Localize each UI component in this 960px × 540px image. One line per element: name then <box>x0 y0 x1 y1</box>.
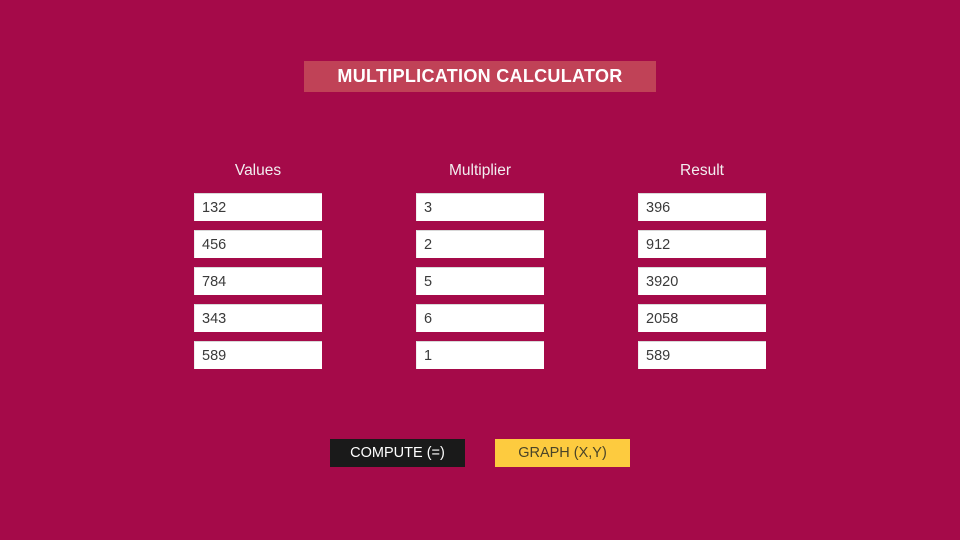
compute-button[interactable]: COMPUTE (=) <box>330 439 465 467</box>
values-input-4[interactable]: 343 <box>194 304 322 332</box>
multiplier-input-2[interactable]: 2 <box>416 230 544 258</box>
result-output-1[interactable]: 396 <box>638 193 766 221</box>
page-title: MULTIPLICATION CALCULATOR <box>337 66 623 86</box>
calculator-app: MULTIPLICATION CALCULATOR Values 132 456… <box>0 0 960 540</box>
multiplier-input-4[interactable]: 6 <box>416 304 544 332</box>
multiplier-input-1[interactable]: 3 <box>416 193 544 221</box>
title-bar: MULTIPLICATION CALCULATOR <box>304 61 656 92</box>
column-header-multiplier: Multiplier <box>448 162 511 179</box>
result-output-3[interactable]: 3920 <box>638 267 766 295</box>
multiplier-input-3[interactable]: 5 <box>416 267 544 295</box>
graph-button[interactable]: GRAPH (X,Y) <box>495 439 630 467</box>
values-input-5[interactable]: 589 <box>194 341 322 369</box>
result-output-2[interactable]: 912 <box>638 230 766 258</box>
column-header-result: Result <box>680 162 724 179</box>
result-output-5[interactable]: 589 <box>638 341 766 369</box>
multiplier-input-5[interactable]: 1 <box>416 341 544 369</box>
result-output-4[interactable]: 2058 <box>638 304 766 332</box>
action-bar: COMPUTE (=) GRAPH (X,Y) <box>0 439 960 467</box>
column-result: Result 396 912 3920 2058 589 <box>638 158 766 369</box>
column-multiplier: Multiplier 3 2 5 6 1 <box>416 158 544 369</box>
values-input-1[interactable]: 132 <box>194 193 322 221</box>
values-input-3[interactable]: 784 <box>194 267 322 295</box>
column-values: Values 132 456 784 343 589 <box>194 158 322 369</box>
values-input-2[interactable]: 456 <box>194 230 322 258</box>
column-header-values: Values <box>234 162 282 179</box>
